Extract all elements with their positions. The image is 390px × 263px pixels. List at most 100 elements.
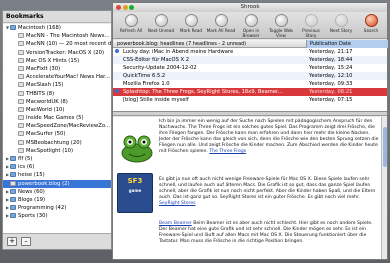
headline-list[interactable]: Lucky day: iMac in Abend meine Hardware Y… [113, 48, 387, 112]
close-icon[interactable] [116, 5, 121, 10]
column-header: powerbook.blog: headlines (7 headlines -… [113, 40, 388, 48]
toolbar-button[interactable]: Next Story [326, 14, 356, 33]
article-link-beamer[interactable]: Beam Beamer [159, 221, 192, 226]
bookmark-item[interactable]: ▶ Blogs (19) [3, 196, 111, 204]
bookmark-item[interactable]: THBITS (8) [3, 90, 111, 98]
minimize-icon[interactable] [122, 5, 128, 10]
headline-date: Yesterday, 18:44 [309, 57, 353, 63]
headline-title: Splashtop: The Three Frogs, SeyRight Sto… [123, 89, 283, 95]
remove-bookmark-button[interactable]: – [21, 237, 31, 246]
bookmark-label: powerbook.blog (2) [18, 180, 70, 187]
bookmark-item[interactable]: MacworldUK (8) [3, 98, 111, 106]
folder-icon [10, 172, 16, 178]
toolbar-button[interactable]: Previous Story [296, 14, 326, 38]
bookmark-item[interactable]: MacSpeedZone/MacReviewZo... [3, 122, 111, 130]
feed-icon [18, 131, 24, 137]
feed-icon [18, 139, 24, 145]
headline-row[interactable]: Lucky day: iMac in Abend meine Hardware Y… [113, 48, 387, 56]
toolbar-button[interactable]: Mark Read [176, 14, 206, 33]
split-divider[interactable] [113, 112, 387, 116]
bookmark-label: MacNN - The Macintosh News... [26, 33, 110, 40]
article-paragraph-3: Beam Beamer Beim Beamer ist es aber auch… [159, 221, 373, 245]
toolbar-button[interactable]: Open in Browser [236, 14, 266, 38]
feed-icon [18, 74, 24, 80]
bookmarks-tree[interactable]: ▼ Macintosh (168) MacNN - The Macintosh Ne… [3, 24, 111, 233]
article-scrollbar[interactable] [381, 117, 387, 259]
date-column-header[interactable]: Publication Date [306, 40, 388, 48]
feed-icon [18, 33, 24, 39]
bookmark-item[interactable]: ▶ ics (6) [3, 163, 111, 171]
bookmark-item[interactable]: MacSurfer (50) [3, 130, 111, 138]
toolbar-icon [274, 14, 288, 27]
bookmark-label: MacSlash (15) [26, 82, 64, 89]
folder-icon [10, 205, 16, 211]
feed-icon [18, 57, 24, 63]
bookmark-item[interactable]: ▶ News (60) [3, 188, 111, 196]
headline-date: Yesterday, 12:10 [309, 73, 353, 79]
bookmark-item[interactable]: Inside Mac Games (5) [3, 114, 111, 122]
toolbar-button[interactable]: Search [356, 14, 386, 33]
article-link-three-frogs[interactable]: The Three Frogs [209, 149, 246, 154]
folder-icon [10, 213, 16, 219]
toolbar-label: Next Story [329, 28, 353, 33]
toolbar-icon [124, 14, 138, 27]
bookmark-item[interactable]: VersionTracker: MacOS X (20) [3, 49, 111, 57]
bookmark-item[interactable]: MacNN - The Macintosh News... [3, 32, 111, 40]
bookmark-item[interactable]: ▶ heise (15) [3, 171, 111, 179]
bookmark-item[interactable]: MacFixIt (30) [3, 65, 111, 73]
bookmark-item[interactable]: MacSpotlight (10) [3, 147, 111, 155]
toolbar-icon [214, 14, 228, 27]
toolbar-icon [154, 14, 168, 27]
folder-icon [10, 156, 16, 161]
zoom-icon[interactable] [129, 5, 134, 10]
headline-title: CSS-Editor für MacOS X 2 [123, 57, 190, 63]
bookmark-label: VersionTracker: MacOS X (20) [26, 49, 105, 56]
bookmark-item[interactable]: MacNN (10) — 20 most recent de... [3, 40, 111, 48]
bookmark-label: heise (15) [18, 172, 45, 179]
toolbar: Refresh All Next Unread Mark Read Mark All … [113, 12, 387, 39]
bookmark-label: MacNN (10) — 20 most recent de... [26, 41, 111, 48]
toolbar-button[interactable]: Next Unread [146, 14, 176, 33]
toolbar-label: Previous Story [302, 28, 320, 38]
bookmark-item[interactable]: ▼ Macintosh (168) [3, 24, 111, 32]
scroll-thumb[interactable] [383, 127, 387, 167]
bookmark-label: Macintosh (168) [18, 25, 61, 31]
bookmark-label: AccelerateYourMac! News Har... [26, 74, 110, 81]
bookmark-item[interactable]: ▶ Programming (42) [3, 204, 111, 212]
article-link-seyright[interactable]: SeyRight Stores [159, 201, 196, 206]
toolbar-label: Mark Read [179, 28, 203, 33]
drawer-title: Bookmarks [3, 11, 111, 23]
headline-row[interactable]: CSS-Editor für MacOS X 2 Yesterday, 18:44 [113, 56, 387, 64]
headline-row[interactable]: Mozilla Firefox 1.0 Yesterday, 09:33 [113, 80, 387, 88]
headline-title: [blog] Stille inside myself [123, 97, 189, 103]
bookmark-label: ics (6) [18, 164, 35, 171]
bookmark-label: Sports (30) [18, 213, 48, 220]
bookmark-item[interactable]: MSBeobachtung (20) [3, 139, 111, 147]
bookmark-item[interactable]: AccelerateYourMac! News Har... [3, 73, 111, 81]
headline-column-header[interactable]: powerbook.blog: headlines (7 headlines -… [117, 40, 246, 48]
headline-title: Lucky day: iMac in Abend meine Hardware [123, 49, 234, 55]
headline-date: Yesterday, 21:17 [309, 49, 353, 55]
headline-row[interactable]: QuickTime 6.5.2 Yesterday, 12:10 [113, 72, 387, 80]
window-titlebar[interactable]: Shrook [113, 3, 387, 12]
bookmark-item[interactable]: powerbook.blog (2) [3, 179, 111, 188]
toolbar-button[interactable]: Refresh All [116, 14, 146, 33]
feed-icon [18, 115, 24, 121]
headline-row[interactable]: Security-Update 2004-12-02 Yesterday, 15:… [113, 64, 387, 72]
bookmark-item[interactable]: Mac OS X Hints (15) [3, 57, 111, 65]
headline-row[interactable]: [blog] Stille inside myself Yesterday, 07… [113, 96, 387, 104]
bookmark-item[interactable]: MacWorld (10) [3, 106, 111, 114]
toolbar-button[interactable]: Mark All Read [206, 14, 236, 33]
bookmark-label: MSBeobachtung (20) [26, 139, 82, 146]
toolbar-label: Search [363, 28, 379, 33]
headline-row[interactable]: Splashtop: The Three Frogs, SeyRight Sto… [113, 88, 387, 96]
frog-image [121, 135, 153, 163]
add-bookmark-button[interactable]: + [7, 237, 17, 246]
bookmark-item[interactable]: ▶ Sports (30) [3, 212, 111, 220]
bookmark-label: News (60) [18, 188, 45, 195]
toolbar-button[interactable]: Toggle Web View [266, 14, 296, 38]
folder-icon [10, 196, 16, 202]
bookmark-item[interactable]: ▶ flf (5) [3, 155, 111, 163]
bookmark-item[interactable]: MacSlash (15) [3, 81, 111, 89]
feed-icon [18, 147, 24, 153]
